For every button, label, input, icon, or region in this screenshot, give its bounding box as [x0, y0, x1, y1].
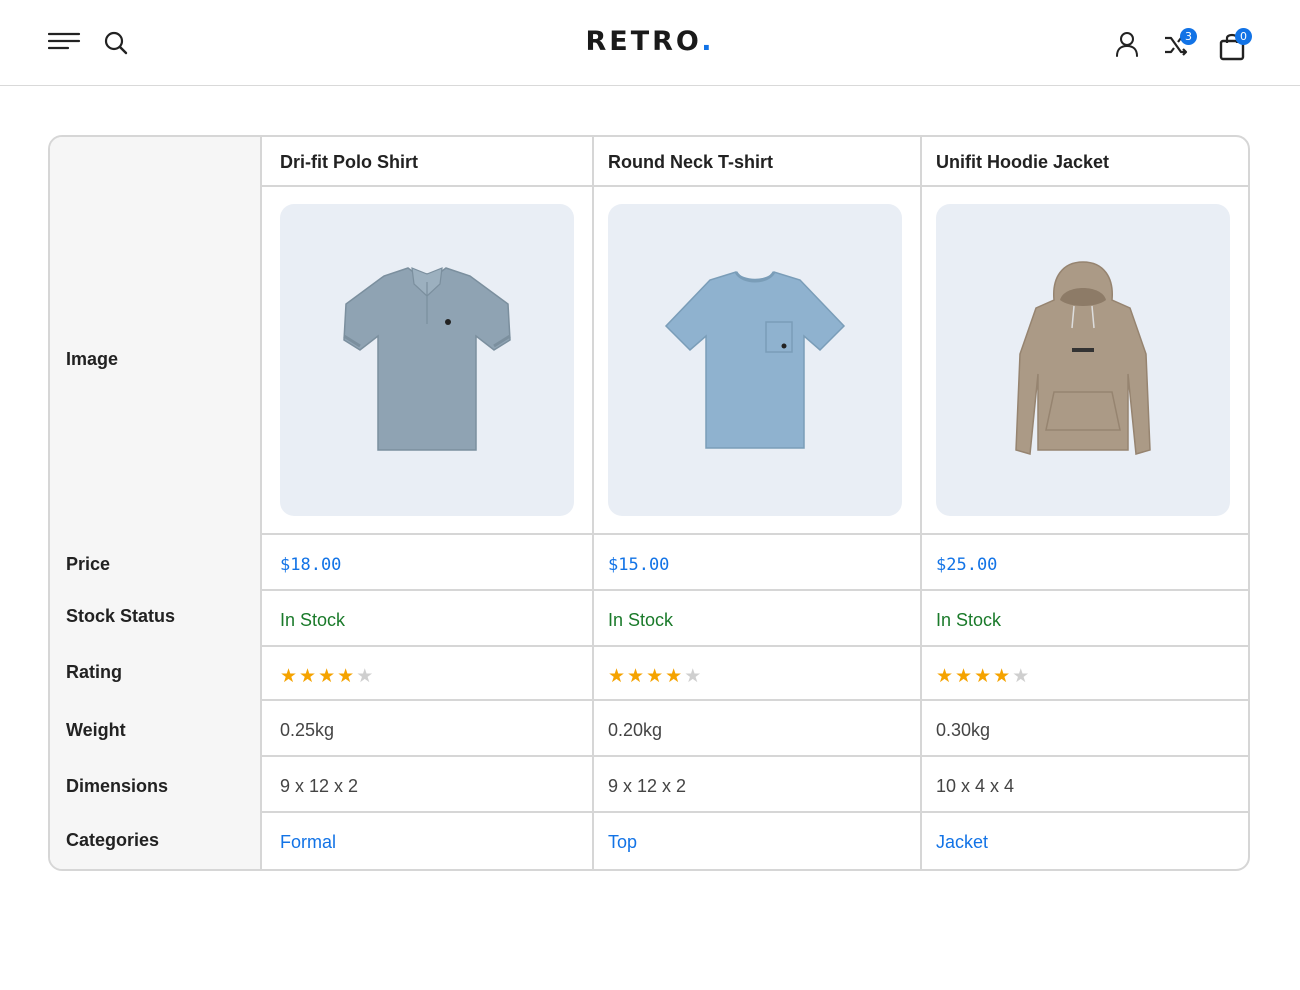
row-label-dimensions: Dimensions — [66, 776, 169, 796]
product-dimensions: 9 x 12 x 2 — [280, 776, 359, 796]
product-weight: 0.20kg — [608, 720, 663, 740]
cart-count-badge: 0 — [1235, 28, 1252, 45]
row-label-column — [50, 137, 262, 869]
logo-text: RETRO — [585, 26, 702, 57]
star-icon: ★ — [356, 665, 374, 687]
product-category-link[interactable]: Top — [608, 832, 637, 853]
rating-stars: ★ ★ ★ ★ ★ — [608, 665, 703, 687]
product-category-link[interactable]: Jacket — [936, 832, 988, 853]
site-logo[interactable]: RETRO. — [0, 26, 1300, 57]
product-weight: 0.30kg — [936, 720, 991, 740]
tshirt-image[interactable] — [608, 204, 902, 516]
star-icon: ★ — [318, 665, 336, 687]
hoodie-image[interactable] — [936, 204, 1230, 516]
product-price: $18.00 — [280, 555, 342, 575]
product-price: $15.00 — [608, 555, 670, 575]
product-price: $25.00 — [936, 555, 998, 575]
row-label-rating: Rating — [66, 662, 122, 682]
column-divider — [592, 137, 594, 869]
stock-status: In Stock — [936, 610, 1002, 630]
row-label-weight: Weight — [66, 720, 126, 740]
compare-button[interactable]: 3 — [1162, 28, 1202, 60]
product-dimensions: 10 x 4 x 4 — [936, 776, 1015, 796]
row-divider — [262, 755, 1248, 757]
stock-status: In Stock — [280, 610, 346, 630]
site-header: RETRO. 3 0 — [0, 0, 1300, 86]
row-divider — [262, 185, 1248, 187]
star-icon: ★ — [299, 665, 317, 687]
star-icon: ★ — [627, 665, 645, 687]
star-icon: ★ — [974, 665, 992, 687]
star-icon: ★ — [280, 665, 298, 687]
product-name[interactable]: Unifit Hoodie Jacket — [936, 152, 1109, 173]
row-label-stock-status: Stock Status — [66, 606, 176, 626]
polo-shirt-image[interactable] — [280, 204, 574, 516]
star-icon: ★ — [993, 665, 1011, 687]
star-icon: ★ — [1012, 665, 1030, 687]
row-label-image: Image — [66, 349, 119, 369]
row-label-price: Price — [66, 554, 111, 574]
product-name[interactable]: Dri-fit Polo Shirt — [280, 152, 418, 173]
row-divider — [262, 811, 1248, 813]
column-divider — [920, 137, 922, 869]
compare-table: Image Price Stock Status Rating Weight D… — [48, 135, 1250, 871]
user-account-icon[interactable] — [1115, 30, 1139, 58]
compare-count-badge: 3 — [1180, 28, 1197, 45]
product-dimensions: 9 x 12 x 2 — [608, 776, 687, 796]
row-divider — [262, 533, 1248, 535]
row-label-categories: Categories — [66, 830, 160, 850]
star-icon: ★ — [608, 665, 626, 687]
product-weight: 0.25kg — [280, 720, 335, 740]
product-category-link[interactable]: Formal — [280, 832, 336, 853]
rating-stars: ★ ★ ★ ★ ★ — [936, 665, 1031, 687]
star-icon: ★ — [684, 665, 702, 687]
rating-stars: ★ ★ ★ ★ ★ — [280, 665, 375, 687]
stock-status: In Stock — [608, 610, 674, 630]
cart-button[interactable]: 0 — [1218, 26, 1258, 62]
star-icon: ★ — [337, 665, 355, 687]
row-divider — [262, 589, 1248, 591]
star-icon: ★ — [646, 665, 664, 687]
star-icon: ★ — [665, 665, 683, 687]
product-name[interactable]: Round Neck T-shirt — [608, 152, 773, 173]
star-icon: ★ — [936, 665, 954, 687]
logo-dot: . — [701, 26, 715, 57]
row-divider — [262, 699, 1248, 701]
row-divider — [262, 645, 1248, 647]
star-icon: ★ — [955, 665, 973, 687]
